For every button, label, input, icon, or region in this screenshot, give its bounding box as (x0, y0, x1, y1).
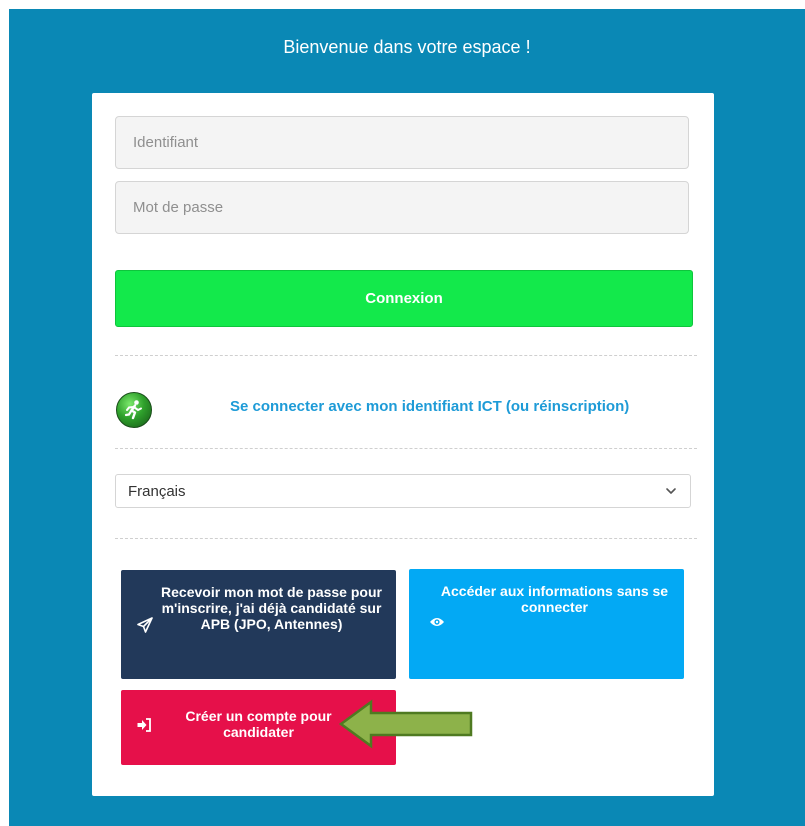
sign-in-icon (137, 718, 151, 732)
password-input[interactable] (115, 181, 689, 234)
identifiant-input[interactable] (115, 116, 689, 169)
access-info-button[interactable]: Accéder aux informations sans se connect… (409, 569, 684, 679)
chevron-down-icon (666, 488, 676, 494)
receive-password-button[interactable]: Recevoir mon mot de passe pour m'inscrir… (121, 570, 396, 679)
access-info-label: Accéder aux informations sans se connect… (440, 583, 669, 615)
divider (115, 355, 697, 356)
ict-login-link[interactable]: Se connecter avec mon identifiant ICT (o… (230, 398, 629, 415)
eye-icon (430, 618, 444, 626)
create-account-label: Créer un compte pour candidater (185, 708, 332, 740)
language-value: Français (128, 482, 186, 500)
connexion-label: Connexion (365, 290, 443, 307)
paper-plane-icon (137, 617, 153, 633)
welcome-title: Bienvenue dans votre espace ! (283, 37, 531, 57)
runner-icon[interactable] (116, 392, 152, 428)
divider (115, 538, 697, 539)
receive-password-label: Recevoir mon mot de passe pour m'inscrir… (161, 584, 382, 632)
divider (115, 448, 697, 449)
connexion-button[interactable]: Connexion (115, 270, 693, 327)
arrow-left-icon (338, 699, 473, 749)
login-card: Connexion Se connecter avec mon identifi… (92, 93, 714, 796)
language-select[interactable]: Français (115, 474, 691, 508)
